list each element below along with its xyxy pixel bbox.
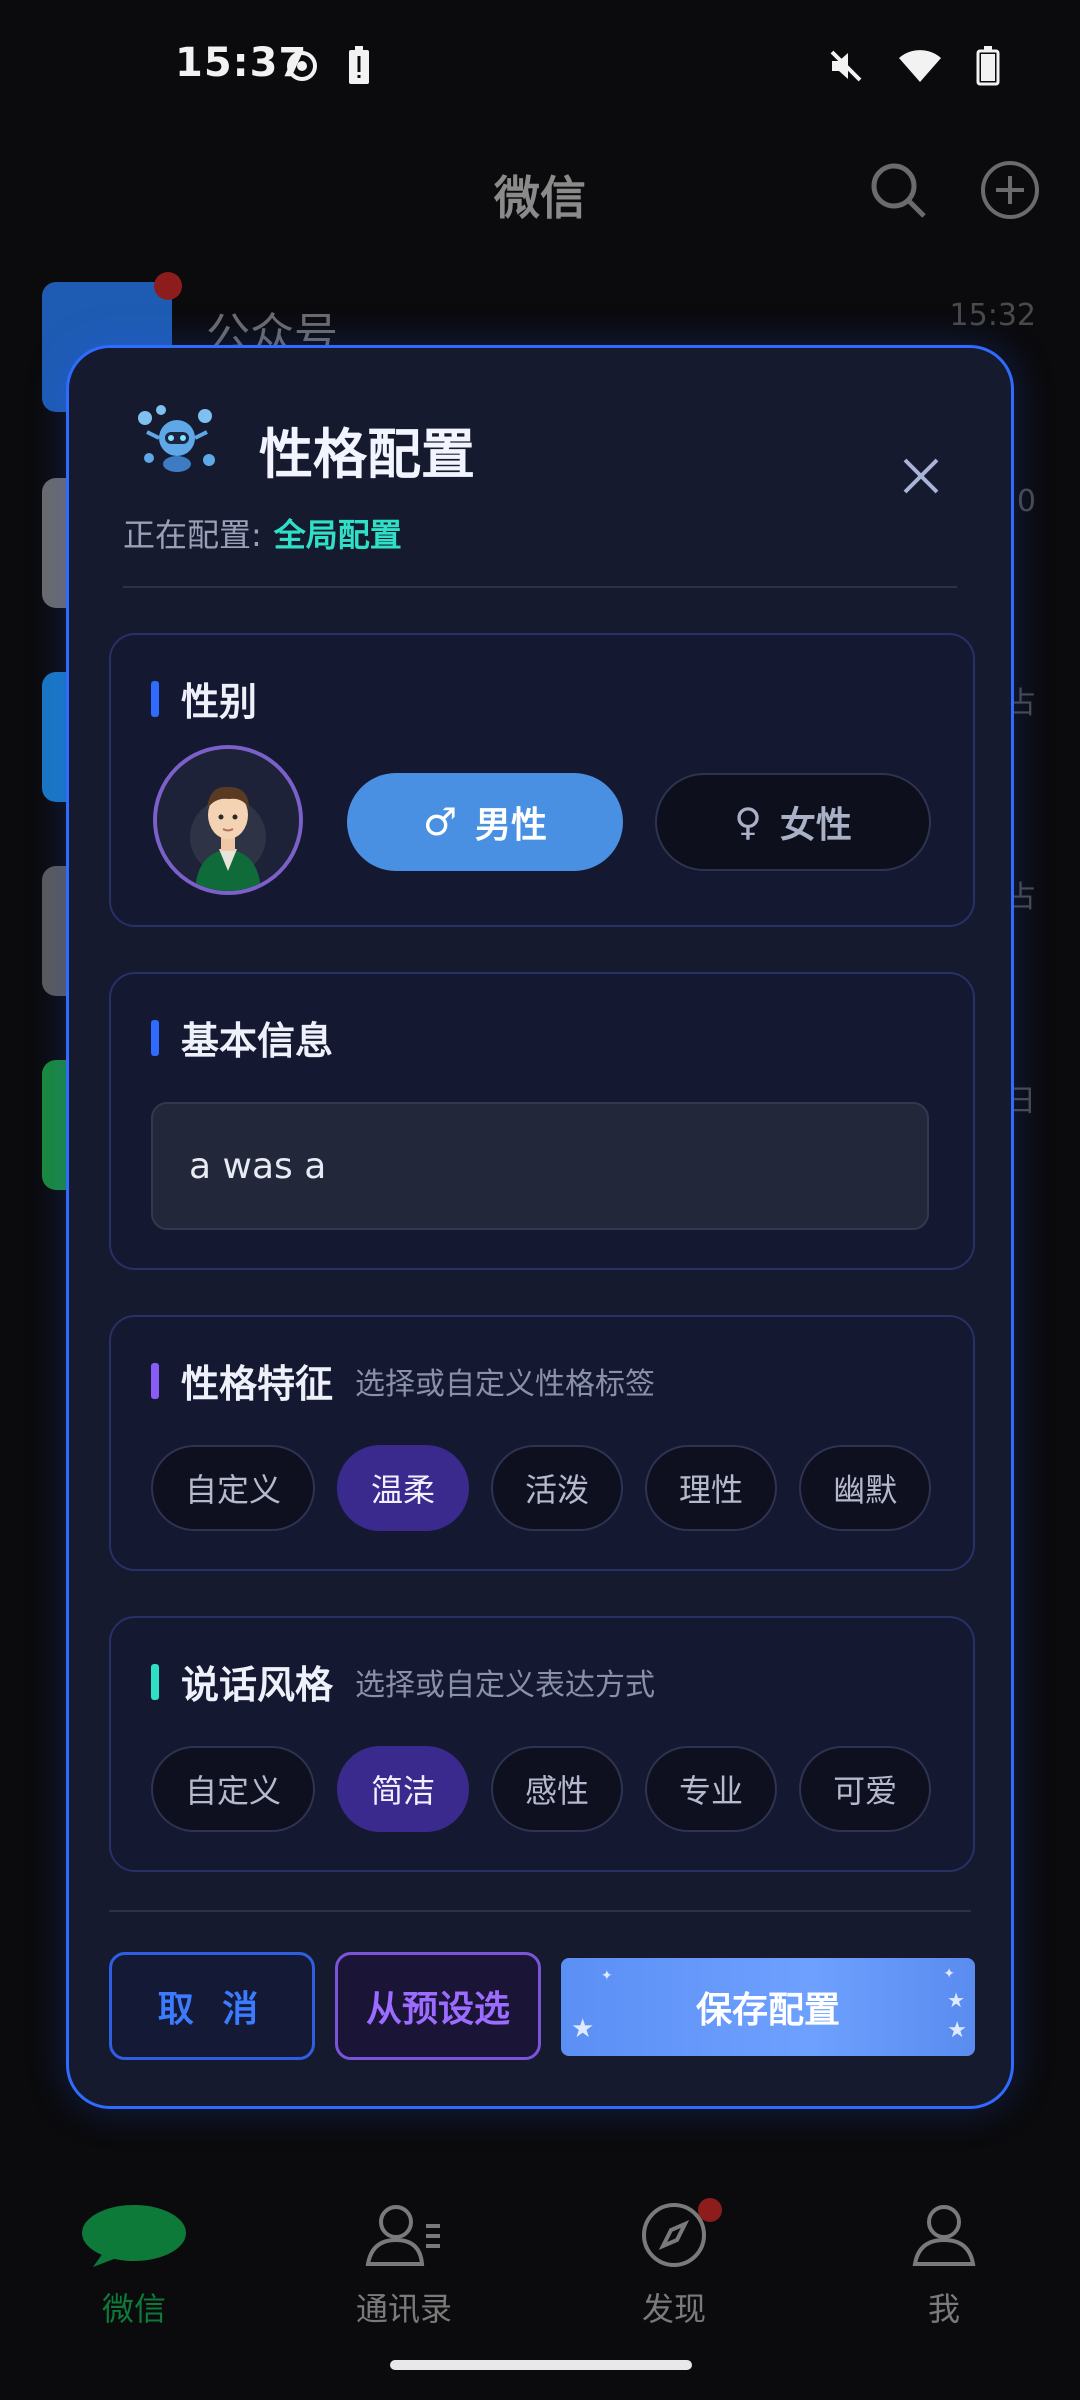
star-icon: ✦: [601, 1968, 613, 1984]
footer-divider: [109, 1910, 971, 1912]
chip-emotional[interactable]: 感性: [491, 1746, 624, 1832]
male-avatar-icon: [157, 749, 299, 891]
mute-icon: [830, 50, 862, 82]
robot-icon: [138, 405, 215, 472]
chat-bubble-icon: [82, 2205, 186, 2267]
search-icon[interactable]: [866, 158, 930, 222]
home-indicator[interactable]: [390, 2360, 692, 2370]
chip-custom[interactable]: 自定义: [151, 1445, 316, 1531]
section-title-text: 性格特征: [181, 1362, 334, 1406]
chip-humorous[interactable]: 幽默: [799, 1445, 932, 1531]
record-icon: [287, 51, 317, 81]
female-label: 女性: [779, 805, 852, 846]
nav-label: 我: [927, 2290, 960, 2328]
status-bar: 15:37: [0, 0, 1080, 130]
config-label: 正在配置:: [123, 516, 262, 554]
section-title-text: 性别: [181, 680, 258, 724]
section-accent-bar: [151, 680, 159, 717]
gender-section: 性别 ♂ 男性 ♀ 女性: [109, 633, 975, 927]
star-icon: ★: [947, 2018, 967, 2043]
section-accent-bar: [151, 1663, 159, 1700]
divider: [123, 586, 957, 588]
unread-dot: [154, 272, 182, 300]
nav-label: 发现: [641, 2290, 706, 2328]
section-title-text: 基本信息: [181, 1019, 334, 1063]
male-label: 男性: [475, 805, 548, 846]
star-icon: ★: [947, 1988, 965, 2012]
female-button[interactable]: ♀ 女性: [655, 773, 931, 871]
section-accent-bar: [151, 1019, 159, 1056]
basic-info-input[interactable]: a was a: [151, 1102, 929, 1230]
male-button[interactable]: ♂ 男性: [347, 773, 623, 871]
section-hint: 选择或自定义性格标签: [355, 1366, 656, 1402]
save-label: 保存配置: [695, 1990, 840, 2031]
preset-button[interactable]: 从预设选: [335, 1952, 541, 2060]
chip-custom[interactable]: 自定义: [151, 1746, 316, 1832]
save-button[interactable]: 保存配置 ★ ✦ ✦ ★ ★: [561, 1958, 975, 2056]
traits-section: 性格特征 选择或自定义性格标签 自定义 温柔 活泼 理性 幽默: [109, 1315, 975, 1571]
section-title: 性格特征 选择或自定义性格标签: [151, 1353, 655, 1408]
dialog-title: 性格配置: [259, 423, 475, 486]
avatar: [153, 745, 303, 895]
section-hint: 选择或自定义表达方式: [355, 1667, 656, 1703]
chip-cute[interactable]: 可爱: [799, 1746, 932, 1832]
status-icons-left: [285, 46, 371, 86]
chip-rational[interactable]: 理性: [645, 1445, 778, 1531]
style-chip-row: 自定义 简洁 感性 专业 可爱: [151, 1746, 932, 1832]
chip-professional[interactable]: 专业: [645, 1746, 778, 1832]
basic-info-section: 基本信息 a was a: [109, 972, 975, 1270]
section-title: 说话风格 选择或自定义表达方式: [151, 1654, 655, 1709]
chip-lively[interactable]: 活泼: [491, 1445, 624, 1531]
notification-dot: [698, 2198, 722, 2222]
male-symbol-icon: ♂: [422, 800, 458, 844]
section-title: 性别: [151, 671, 257, 726]
nav-chats[interactable]: 微信: [34, 2200, 234, 2330]
nav-discover[interactable]: 发现: [574, 2198, 774, 2330]
traits-chip-row: 自定义 温柔 活泼 理性 幽默: [151, 1445, 932, 1531]
config-value: 全局配置: [273, 516, 402, 554]
nav-me[interactable]: 我: [844, 2200, 1044, 2330]
section-accent-bar: [151, 1362, 159, 1399]
chat-time: 15:32: [949, 298, 1036, 333]
bottom-nav: 微信 通讯录 发现 我: [0, 2180, 1080, 2340]
status-icons-right: [828, 46, 1000, 86]
star-icon: ✦: [943, 1966, 955, 1982]
screen: 15:37 微信 公众号 15:32 0 占 占 日 微信 通讯录 发现 我 性…: [0, 0, 1080, 2400]
personality-config-dialog: 性格配置 正在配置: 全局配置 性别 ♂ 男性 ♀ 女性 基本信息 a was …: [66, 345, 1014, 2109]
section-title-text: 说话风格: [181, 1663, 334, 1707]
female-symbol-icon: ♀: [734, 800, 762, 844]
add-icon[interactable]: [978, 158, 1042, 222]
close-icon[interactable]: [897, 452, 945, 500]
contacts-icon: [365, 2205, 440, 2266]
speaking-style-section: 说话风格 选择或自定义表达方式 自定义 简洁 感性 专业 可爱: [109, 1616, 975, 1872]
person-icon: [912, 2205, 976, 2266]
chip-concise[interactable]: 简洁: [337, 1746, 470, 1832]
nav-label: 通讯录: [355, 2290, 452, 2328]
chip-gentle[interactable]: 温柔: [337, 1445, 470, 1531]
battery-alert-icon: [349, 46, 369, 84]
basic-info-value: a was a: [189, 1145, 327, 1187]
config-target: 正在配置: 全局配置: [123, 510, 402, 556]
nav-contacts[interactable]: 通讯录: [304, 2200, 504, 2330]
battery-icon: [976, 46, 1000, 86]
chat-time: 0: [1016, 484, 1036, 519]
star-icon: ★: [571, 2014, 595, 2044]
dialog-header: 性格配置 正在配置: 全局配置: [69, 348, 1011, 588]
section-title: 基本信息: [151, 1010, 333, 1065]
cancel-button[interactable]: 取 消: [109, 1952, 315, 2060]
nav-label: 微信: [101, 2290, 166, 2328]
wifi-icon: [899, 50, 941, 82]
app-header: 微信: [0, 130, 1080, 260]
